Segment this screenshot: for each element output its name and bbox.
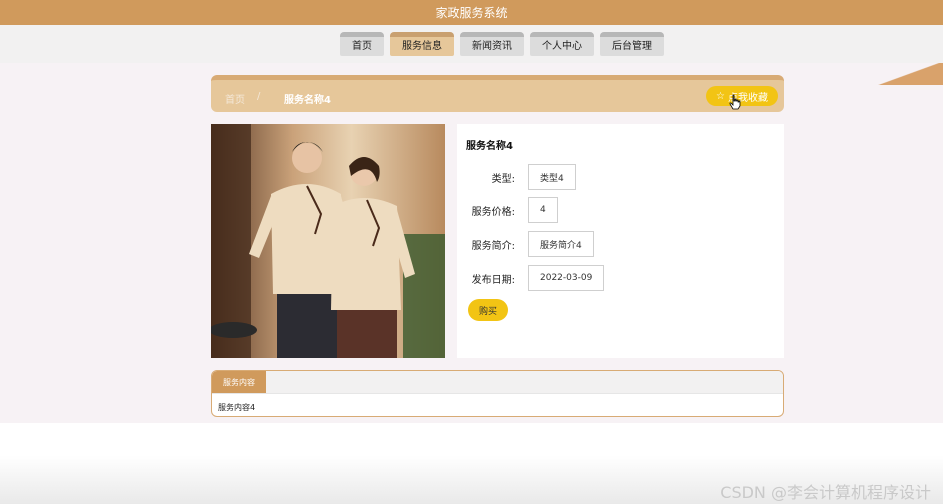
field-price-row: 服务价格: 4 (457, 197, 558, 223)
field-type-value: 类型4 (528, 164, 576, 190)
main-nav: 首页 服务信息 新闻资讯 个人中心 后台管理 (340, 32, 664, 56)
field-type-label: 类型: (491, 173, 515, 185)
star-icon: ☆ (716, 90, 725, 102)
tab-service-content[interactable]: 服务内容 (212, 371, 266, 393)
watermark: CSDN @李会计算机程序设计 (720, 483, 931, 502)
field-price-value: 4 (528, 197, 558, 223)
nav-item-admin[interactable]: 后台管理 (600, 32, 664, 56)
buy-button[interactable]: 购买 (468, 299, 508, 321)
field-price-label: 服务价格: (471, 206, 515, 218)
field-date-label: 发布日期: (471, 274, 515, 286)
favorite-button[interactable]: ☆ 点我收藏 (706, 86, 778, 106)
service-title: 服务名称4 (466, 141, 513, 152)
service-content-text: 服务内容4 (218, 403, 256, 412)
field-date-row: 发布日期: 2022-03-09 (457, 265, 605, 291)
nav-item-news[interactable]: 新闻资讯 (460, 32, 524, 56)
uniform-staff-image (211, 124, 445, 358)
breadcrumb: 首页 / 服务名称4 ☆ 点我收藏 (211, 75, 784, 112)
app-header: 家政服务系统 (0, 0, 943, 25)
nav-item-service-info[interactable]: 服务信息 (390, 32, 454, 56)
field-date-value: 2022-03-09 (528, 265, 605, 291)
app-title: 家政服务系统 (435, 6, 508, 20)
service-detail-panel: 服务名称4 类型: 类型4 服务价格: 4 服务简介: 服务简介4 发布日期: … (457, 124, 784, 358)
service-photo (211, 124, 445, 358)
field-intro-label: 服务简介: (471, 240, 515, 252)
hand-cursor-icon (729, 94, 741, 110)
content-tab-bar: 服务内容 (212, 371, 783, 394)
decorative-corner (877, 63, 943, 85)
service-content-box: 服务内容 服务内容4 (211, 370, 784, 417)
breadcrumb-current: 服务名称4 (284, 95, 331, 106)
breadcrumb-home-link[interactable]: 首页 (225, 91, 245, 106)
field-intro-value: 服务简介4 (528, 231, 594, 257)
field-intro-row: 服务简介: 服务简介4 (457, 231, 594, 257)
nav-item-personal-center[interactable]: 个人中心 (530, 32, 594, 56)
nav-item-home[interactable]: 首页 (340, 32, 384, 56)
breadcrumb-separator: / (257, 91, 261, 102)
field-type-row: 类型: 类型4 (457, 164, 576, 190)
